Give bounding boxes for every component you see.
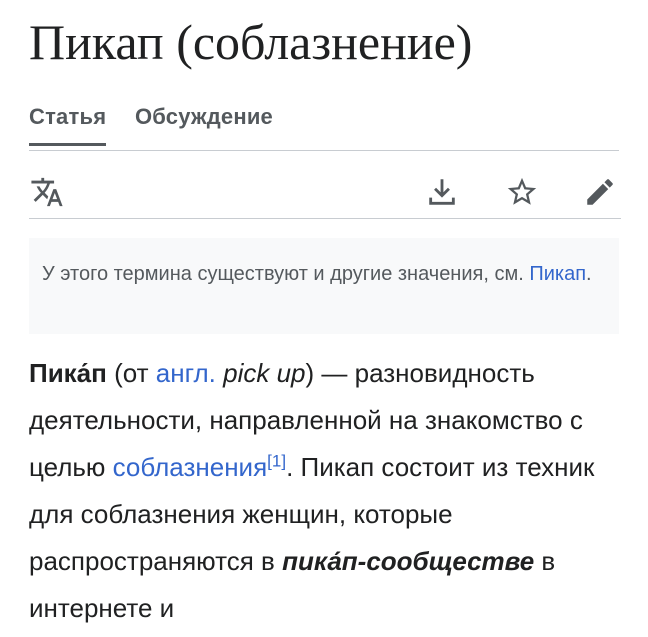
download-icon[interactable] xyxy=(424,174,460,210)
article-term: Пика́п xyxy=(29,358,107,388)
reference-1[interactable]: [1] xyxy=(267,451,286,470)
language-icon[interactable] xyxy=(29,174,65,210)
article-paragraph: Пика́п (от англ. pick up) — разновидност… xyxy=(29,358,595,623)
tab-discussion[interactable]: Обсуждение xyxy=(135,104,273,130)
link-english[interactable]: англ. xyxy=(156,358,216,388)
page-actions-toolbar xyxy=(29,170,621,219)
page-title: Пикап (соблазнение) xyxy=(29,14,473,70)
page-tabs: Статья Обсуждение xyxy=(29,100,619,151)
foreign-term: pick up xyxy=(223,358,306,388)
hatnote-link-pickup[interactable]: Пикап xyxy=(529,263,586,285)
disambiguation-hatnote: У этого термина существуют и другие знач… xyxy=(29,238,619,334)
hatnote-text: У этого термина существуют и другие знач… xyxy=(42,263,592,285)
community-term: пика́п-сообществе xyxy=(282,546,535,576)
star-icon[interactable] xyxy=(504,174,540,210)
tab-article[interactable]: Статья xyxy=(29,104,107,146)
link-seduction[interactable]: соблазнения xyxy=(113,452,268,482)
edit-icon[interactable] xyxy=(582,174,618,210)
